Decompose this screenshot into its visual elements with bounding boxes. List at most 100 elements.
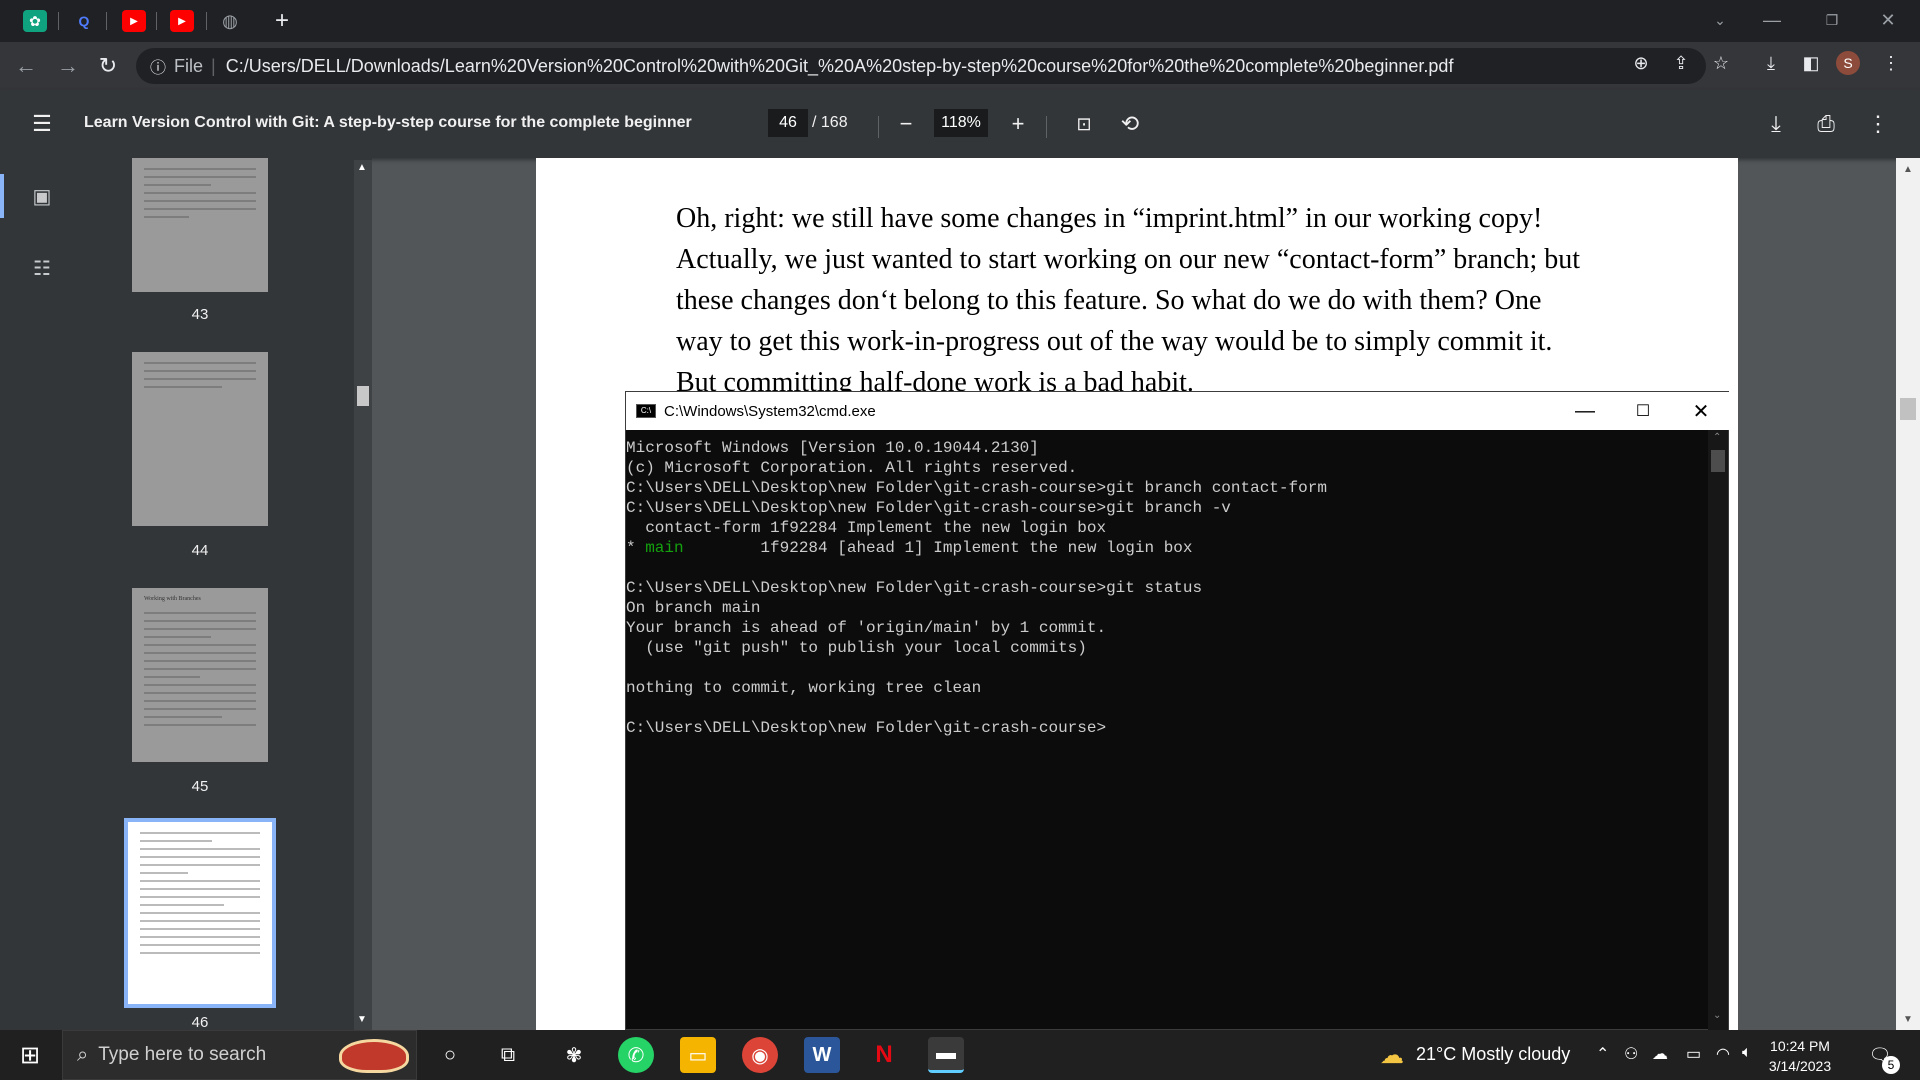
pdf-download-icon[interactable]: ⤓ [1760, 108, 1792, 140]
back-icon[interactable]: ← [12, 52, 40, 80]
cmd-line [626, 698, 1708, 718]
cmd-scrollbar[interactable]: ⌃ ⌄ [1708, 430, 1728, 1030]
tab-divider [58, 12, 59, 30]
page-scrollbar[interactable]: ▲ ▼ [1896, 158, 1920, 1030]
profile-avatar[interactable]: S [1836, 51, 1860, 75]
zoom-out-icon[interactable]: − [890, 108, 922, 140]
scroll-down-icon[interactable]: ▼ [1903, 1014, 1913, 1025]
task-view-icon[interactable]: ⧉ [490, 1037, 526, 1073]
page-scroll-thumb[interactable] [1900, 398, 1916, 420]
cmd-line-main-branch: * main 1f92284 [ahead 1] Implement the n… [626, 538, 1708, 558]
page-thumbnail-44[interactable] [132, 352, 268, 526]
thumbnail-label: 45 [191, 778, 209, 795]
info-icon[interactable]: ⓘ [150, 54, 166, 78]
close-icon[interactable]: ✕ [1868, 6, 1908, 34]
meet-icon[interactable]: ⚇ [1624, 1044, 1638, 1064]
zoom-icon[interactable]: ⊕ [1626, 48, 1656, 78]
word-icon[interactable]: W [804, 1037, 840, 1073]
text-line: Oh, right: we still have some changes in… [676, 203, 1543, 234]
cmd-taskbar-icon[interactable]: ▬ [928, 1037, 964, 1073]
weather-icon[interactable]: ☁ [1374, 1037, 1410, 1073]
thumbnail-label: 46 [191, 1014, 209, 1031]
page-text: Oh, right: we still have some changes in… [676, 198, 1596, 403]
cmd-line: On branch main [626, 599, 761, 617]
current-branch-marker: * [626, 539, 646, 557]
cmd-close-icon[interactable]: ✕ [1672, 392, 1730, 430]
side-panel-icon[interactable]: ◧ [1796, 48, 1826, 78]
reload-icon[interactable]: ↻ [94, 52, 122, 80]
pdf-more-icon[interactable]: ⋮ [1862, 108, 1894, 140]
page-thumbnail-45[interactable]: Working with Branches [132, 588, 268, 762]
cmd-scroll-thumb[interactable] [1711, 450, 1725, 472]
thumbnail-label: 44 [191, 542, 209, 559]
volume-icon[interactable]: 🔈︎ [1742, 1044, 1752, 1062]
scroll-down-icon[interactable]: ▼ [357, 1014, 367, 1025]
zoom-level-input[interactable]: 118% [934, 109, 988, 137]
sidebar-scrollbar[interactable] [354, 160, 372, 1030]
restore-icon[interactable]: ❐ [1812, 6, 1852, 34]
url-text[interactable]: C:/Users/DELL/Downloads/Learn%20Version%… [226, 56, 1454, 77]
thumbnail-view-icon[interactable]: ▣ [28, 182, 56, 210]
scroll-up-icon[interactable]: ▲ [1903, 164, 1913, 175]
zoom-in-icon[interactable]: + [1002, 108, 1034, 140]
minimize-icon[interactable]: — [1752, 6, 1792, 34]
cmd-line: C:\Users\DELL\Desktop\new Folder\git-cra… [626, 499, 1231, 517]
cmd-output[interactable]: Microsoft Windows [Version 10.0.19044.21… [626, 430, 1708, 1030]
chrome-icon[interactable]: ◉ [742, 1037, 778, 1073]
windows-start-icon[interactable]: ⊞ [12, 1037, 48, 1073]
cmd-title-bar[interactable]: C:\ C:\Windows\System32\cmd.exe — ☐ ✕ [626, 392, 1730, 430]
cmd-line: Microsoft Windows [Version 10.0.19044.21… [626, 439, 1039, 457]
page-thumbnail-43[interactable] [132, 158, 268, 292]
cmd-line: (use "git push" to publish your local co… [626, 639, 1087, 657]
system-clock[interactable]: 10:24 PM 3/14/2023 [1760, 1036, 1840, 1076]
search-highlight-pie-icon [339, 1039, 409, 1073]
thumbnail-label: 43 [191, 306, 209, 323]
active-tool-indicator [0, 174, 4, 218]
page-number-input[interactable]: 46 [768, 109, 808, 137]
cortana-icon[interactable]: ○ [432, 1037, 468, 1073]
taskbar-search-box[interactable]: ⌕ Type here to search [62, 1030, 417, 1080]
clock-date: 3/14/2023 [1768, 1058, 1832, 1074]
print-icon[interactable]: ⎙ [1810, 108, 1842, 140]
share-icon[interactable]: ⇪ [1666, 48, 1696, 78]
clock-time: 10:24 PM [1770, 1038, 1830, 1054]
document-title: Learn Version Control with Git: A step-b… [84, 114, 692, 131]
browser-tab-strip: ✿ Q ▶ ▶ ◍ + ⌄ — ❐ ✕ [0, 0, 1920, 42]
onedrive-icon[interactable]: ☁ [1652, 1044, 1668, 1064]
wifi-icon[interactable]: ◠ [1716, 1044, 1730, 1064]
chatgpt-tab-icon[interactable]: ✿ [23, 10, 47, 32]
sidebar-menu-icon[interactable]: ☰ [26, 108, 58, 140]
whatsapp-icon[interactable]: ✆ [618, 1037, 654, 1073]
youtube-tab-icon[interactable]: ▶ [170, 10, 194, 32]
weather-text[interactable]: 21°C Mostly cloudy [1416, 1044, 1570, 1065]
sidebar-scroll-thumb[interactable] [357, 386, 369, 406]
tray-chevron-icon[interactable]: ⌃ [1596, 1044, 1609, 1064]
pdf-toolbar: ☰ Learn Version Control with Git: A step… [0, 90, 1920, 158]
cmd-line: Your branch is ahead of 'origin/main' by… [626, 619, 1107, 637]
netflix-icon[interactable]: N [866, 1037, 902, 1073]
forward-icon[interactable]: → [54, 52, 82, 80]
rotate-icon[interactable]: ⟲ [1114, 108, 1146, 140]
scroll-up-icon[interactable]: ▲ [357, 162, 367, 173]
cmd-minimize-icon[interactable]: — [1556, 392, 1614, 430]
new-tab-button[interactable]: + [270, 7, 294, 34]
tab-search-icon[interactable]: ⌄ [1700, 6, 1740, 34]
browser-toolbar: ← → ↻ ⓘ File | C:/Users/DELL/Downloads/L… [0, 42, 1920, 90]
globe-tab-icon[interactable]: ◍ [218, 10, 242, 32]
outline-view-icon[interactable]: ☷ [28, 254, 56, 282]
pinned-app-icon[interactable]: ✾ [556, 1037, 592, 1073]
fit-page-icon[interactable]: ⊡ [1068, 108, 1100, 140]
chrome-menu-icon[interactable]: ⋮ [1876, 48, 1906, 78]
quora-tab-icon[interactable]: Q [72, 10, 96, 32]
address-bar[interactable]: ⓘ File | C:/Users/DELL/Downloads/Learn%2… [136, 48, 1706, 84]
page-thumbnail-46[interactable] [124, 818, 276, 1008]
download-icon[interactable]: ⤓ [1756, 48, 1786, 78]
bookmark-star-icon[interactable]: ☆ [1706, 48, 1736, 78]
scroll-up-icon[interactable]: ⌃ [1713, 432, 1721, 443]
file-explorer-icon[interactable]: ▭ [680, 1037, 716, 1073]
youtube-tab-icon[interactable]: ▶ [122, 10, 146, 32]
cmd-window[interactable]: C:\ C:\Windows\System32\cmd.exe — ☐ ✕ Mi… [625, 391, 1730, 1030]
scroll-down-icon[interactable]: ⌄ [1713, 1010, 1721, 1021]
battery-icon[interactable]: ▭ [1686, 1044, 1701, 1064]
cmd-maximize-icon[interactable]: ☐ [1614, 392, 1672, 430]
